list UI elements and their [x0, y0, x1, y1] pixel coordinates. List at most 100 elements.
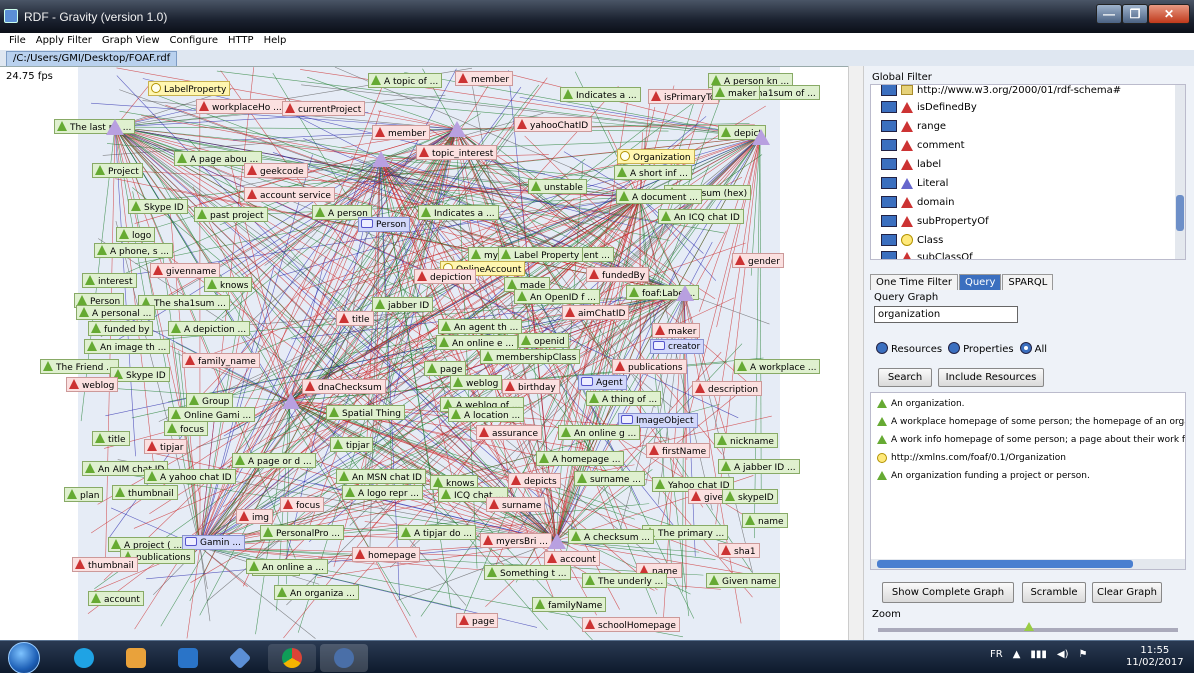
graph-node[interactable]: Indicates a ...	[418, 205, 499, 220]
graph-node[interactable]: The Friend ...	[40, 359, 119, 374]
graph-node[interactable]: openid	[518, 333, 569, 348]
filter-checkbox[interactable]	[881, 196, 897, 208]
graph-node[interactable]: Group	[186, 393, 234, 408]
clear-graph-button[interactable]: Clear Graph	[1092, 582, 1162, 603]
query-input[interactable]	[874, 306, 1018, 323]
graph-node[interactable]: jabber ID	[372, 297, 434, 312]
filter-item[interactable]: domain	[881, 193, 954, 211]
graph-node[interactable]: title	[336, 311, 374, 326]
filter-checkbox[interactable]	[881, 101, 897, 113]
graph-node[interactable]: assurance	[476, 425, 543, 440]
instance-node-icon[interactable]	[548, 533, 566, 549]
graph-node[interactable]: geekcode	[244, 163, 308, 178]
graph-node[interactable]: A phone, s ...	[94, 243, 174, 258]
graph-node[interactable]: homepage	[352, 547, 420, 562]
graph-node[interactable]: Skype ID	[128, 199, 188, 214]
graph-node[interactable]: An MSN chat ID	[336, 469, 426, 484]
graph-node[interactable]: knows	[204, 277, 253, 292]
graph-node[interactable]: Label Property	[498, 247, 584, 262]
graph-node[interactable]: A topic of ...	[368, 73, 443, 88]
radio-resources[interactable]: Resources	[876, 342, 942, 355]
graph-node[interactable]: A thing of ...	[586, 391, 662, 406]
graph-node[interactable]: membershipClass	[480, 349, 581, 364]
graph-node[interactable]: birthday	[502, 379, 560, 394]
filter-checkbox[interactable]	[881, 177, 897, 189]
graph-node[interactable]: Organization	[617, 149, 695, 164]
graph-node[interactable]: Something t ...	[484, 565, 571, 580]
graph-node[interactable]: PersonalPro ...	[260, 525, 344, 540]
skype-icon[interactable]	[60, 644, 108, 672]
graph-node[interactable]: A tipjar do ...	[398, 525, 476, 540]
result-item[interactable]: A workplace homepage of some person; the…	[877, 414, 1185, 429]
tab-sparql[interactable]: SPARQL	[1002, 274, 1054, 290]
graph-node[interactable]: nickname	[714, 433, 778, 448]
graph-node[interactable]: An online a ...	[246, 559, 328, 574]
graph-node[interactable]: Spatial Thing	[326, 405, 405, 420]
graph-node[interactable]: Given name	[706, 573, 781, 588]
instance-node-icon[interactable]	[372, 151, 390, 167]
graph-node[interactable]: Person	[358, 217, 411, 232]
instance-node-icon[interactable]	[106, 119, 124, 135]
graph-node[interactable]: thumbnail	[112, 485, 178, 500]
graph-node[interactable]: description	[692, 381, 763, 396]
graph-node[interactable]: member	[455, 71, 514, 86]
scramble-button[interactable]: Scramble	[1022, 582, 1086, 603]
graph-node[interactable]: A logo repr ...	[342, 485, 424, 500]
graph-node[interactable]: An ICQ chat ID	[658, 209, 744, 224]
graph-node[interactable]: schoolHomepage	[582, 617, 680, 632]
graph-node[interactable]: A jabber ID ...	[718, 459, 800, 474]
menu-http[interactable]: HTTP	[223, 33, 259, 50]
radio-properties[interactable]: Properties	[948, 342, 1014, 355]
graph-node[interactable]: A location ...	[448, 407, 525, 422]
instance-node-icon[interactable]	[448, 121, 466, 137]
graph-node[interactable]: Agent	[578, 375, 627, 390]
filter-item[interactable]: label	[881, 155, 941, 173]
graph-node[interactable]: dnaChecksum	[302, 379, 386, 394]
graph-node[interactable]: depicts	[508, 473, 561, 488]
graph-node[interactable]: An online g ...	[558, 425, 641, 440]
close-button[interactable]: ✕	[1148, 4, 1190, 24]
menu-apply-filter[interactable]: Apply Filter	[31, 33, 97, 50]
graph-node[interactable]: firstName	[646, 443, 711, 458]
graph-node[interactable]: skypeID	[722, 489, 778, 504]
instance-node-icon[interactable]	[676, 285, 694, 301]
graph-node[interactable]: interest	[82, 273, 137, 288]
graph-node[interactable]: maker	[712, 85, 761, 100]
graph-node[interactable]: Indicates a ...	[560, 87, 641, 102]
graph-node[interactable]: A depiction ...	[168, 321, 251, 336]
graph-node[interactable]: givenname	[150, 263, 221, 278]
graph-node[interactable]: account	[544, 551, 600, 566]
graph-node[interactable]: yahooChatID	[514, 117, 593, 132]
menu-file[interactable]: File	[4, 33, 31, 50]
graph-node[interactable]: A document ...	[616, 189, 702, 204]
virtualbox-icon[interactable]	[216, 644, 264, 672]
graph-node[interactable]: family_name	[182, 353, 260, 368]
graph-node[interactable]: An image th ...	[84, 339, 171, 354]
maximize-button[interactable]: ❐	[1122, 4, 1148, 24]
graph-node[interactable]: past project	[194, 207, 268, 222]
chrome-icon[interactable]	[268, 644, 316, 672]
graph-node[interactable]: surname ...	[574, 471, 645, 486]
menu-configure[interactable]: Configure	[165, 33, 223, 50]
filter-checkbox[interactable]	[881, 234, 897, 246]
graph-node[interactable]: A checksum ...	[568, 529, 654, 544]
graph-canvas[interactable]: 24.75 fps LabelProperty A topic of ... mem…	[0, 66, 848, 640]
graph-node[interactable]: focus	[280, 497, 325, 512]
language-indicator[interactable]: FR	[990, 649, 1003, 660]
graph-node[interactable]: maker	[652, 323, 701, 338]
scrollbar-thumb[interactable]	[877, 560, 1133, 568]
graph-node[interactable]: Online Gami ...	[168, 407, 256, 422]
graph-node[interactable]: img	[236, 509, 273, 524]
result-item[interactable]: A work info homepage of some person; a p…	[877, 432, 1185, 447]
graph-node[interactable]: focus	[164, 421, 209, 436]
graph-node[interactable]: plan	[64, 487, 104, 502]
graph-node[interactable]: account service	[244, 187, 335, 202]
graph-node[interactable]: creator	[650, 339, 705, 354]
graph-node[interactable]: An organiza ...	[274, 585, 359, 600]
graph-node[interactable]: title	[92, 431, 130, 446]
instance-node-icon[interactable]	[282, 393, 300, 409]
graph-node[interactable]: myersBri ...	[480, 533, 552, 548]
graph-node[interactable]: Gamin ...	[182, 535, 245, 550]
zoom-slider-knob[interactable]	[1024, 622, 1034, 631]
graph-node[interactable]: account	[88, 591, 144, 606]
